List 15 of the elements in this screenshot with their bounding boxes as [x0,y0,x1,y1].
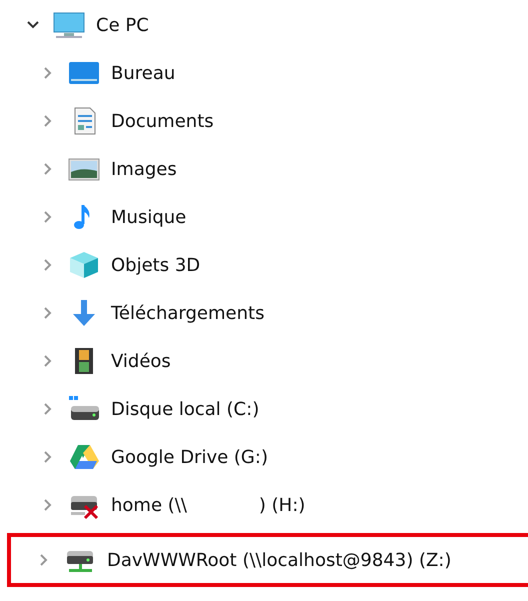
tree-item[interactable]: home (\\ ) (H:) [111,494,306,516]
tree-item[interactable]: Documents [111,110,214,132]
cube-icon [67,250,101,280]
triangle-logo-icon [67,442,101,472]
tree-item[interactable]: Bureau [111,62,176,84]
tree-item[interactable]: Vidéos [111,350,171,372]
tree-item[interactable]: Musique [111,206,186,228]
tree-item[interactable]: Google Drive (G:) [111,446,268,468]
tree-item[interactable]: Images [111,158,177,180]
tree-item[interactable]: Ce PC [96,14,149,36]
monitor-icon [52,10,86,40]
tree-item[interactable]: Objets 3D [111,254,200,276]
tree-item[interactable]: Disque local (C:) [111,398,260,420]
tree-item[interactable]: DavWWWRoot (\\localhost@9843) (Z:) [107,550,452,570]
tree-item[interactable]: Téléchargements [111,302,264,324]
